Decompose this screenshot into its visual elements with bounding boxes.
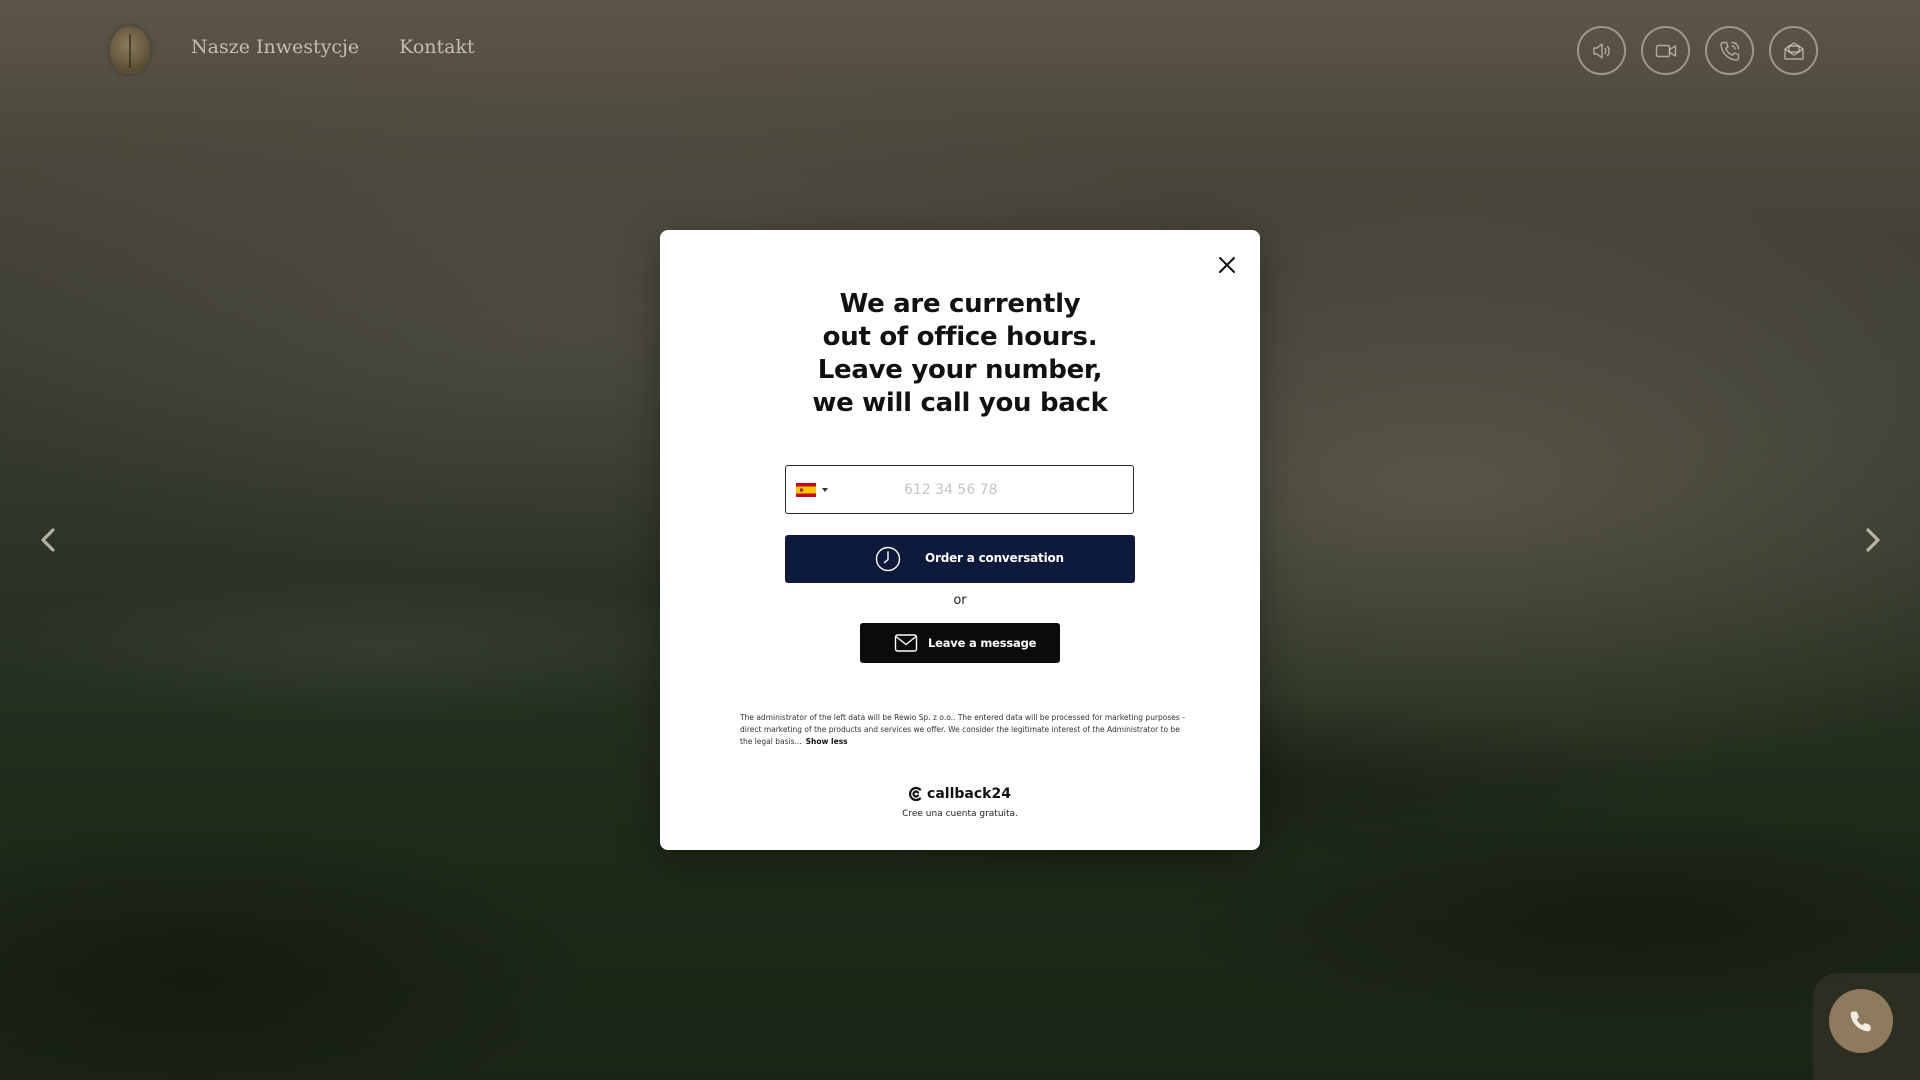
close-icon[interactable] — [1215, 253, 1239, 277]
audio-call-button[interactable] — [1577, 26, 1626, 75]
phone-input[interactable] — [902, 480, 1056, 499]
callback-modal: We are currently out of office hours. Le… — [660, 230, 1260, 850]
email-button[interactable] — [1769, 26, 1818, 75]
order-conversation-label: Order a conversation — [925, 551, 1064, 565]
floating-call-widget[interactable] — [1813, 973, 1920, 1080]
phone-call-icon — [1719, 41, 1739, 61]
header-contact-icons — [1577, 26, 1818, 75]
main-nav: Nasze Inwestycje Kontakt — [191, 36, 475, 58]
site-logo[interactable] — [110, 26, 150, 74]
chevron-left-icon[interactable] — [34, 525, 64, 555]
create-account-link[interactable]: Cree una cuenta gratuita. — [660, 809, 1260, 819]
chevron-right-icon[interactable] — [1857, 525, 1887, 555]
speaker-icon — [1592, 42, 1610, 59]
envelope-icon — [894, 634, 918, 652]
headline-line: Leave your number, — [817, 355, 1103, 385]
phone-call-button[interactable] — [1705, 26, 1754, 75]
nav-link-investments[interactable]: Nasze Inwestycje — [191, 36, 359, 58]
headline-line: out of office hours. — [822, 322, 1098, 352]
leave-message-button[interactable]: Leave a message — [860, 623, 1060, 663]
headline-line: we will call you back — [812, 388, 1108, 418]
callback24-logo-icon — [909, 786, 922, 802]
nav-link-contact[interactable]: Kontakt — [399, 36, 474, 58]
leave-message-label: Leave a message — [928, 636, 1037, 650]
order-conversation-button[interactable]: Order a conversation — [785, 535, 1135, 583]
callback24-logo[interactable]: callback24 — [909, 786, 1011, 802]
privacy-notice: The administrator of the left data will … — [740, 712, 1185, 748]
phone-field — [785, 465, 1134, 514]
caret-down-icon — [822, 487, 828, 492]
country-select[interactable] — [796, 482, 828, 497]
spain-flag-icon — [796, 482, 816, 497]
mail-icon — [1783, 41, 1804, 60]
video-icon — [1655, 44, 1676, 57]
brand-name: callback24 — [927, 786, 1011, 802]
page-background: Nasze Inwestycje Kontakt We are currentl… — [0, 0, 1920, 1080]
callback24-branding: callback24 Cree una cuenta gratuita. — [660, 786, 1260, 819]
phone-icon — [1850, 1011, 1871, 1032]
headline-line: We are currently — [839, 289, 1081, 319]
video-call-button[interactable] — [1641, 26, 1690, 75]
show-less-link[interactable]: Show less — [806, 737, 848, 746]
or-separator: or — [953, 593, 967, 608]
floating-call-button[interactable] — [1829, 989, 1893, 1053]
clock-icon — [875, 546, 901, 572]
modal-headline: We are currently out of office hours. Le… — [660, 288, 1260, 420]
